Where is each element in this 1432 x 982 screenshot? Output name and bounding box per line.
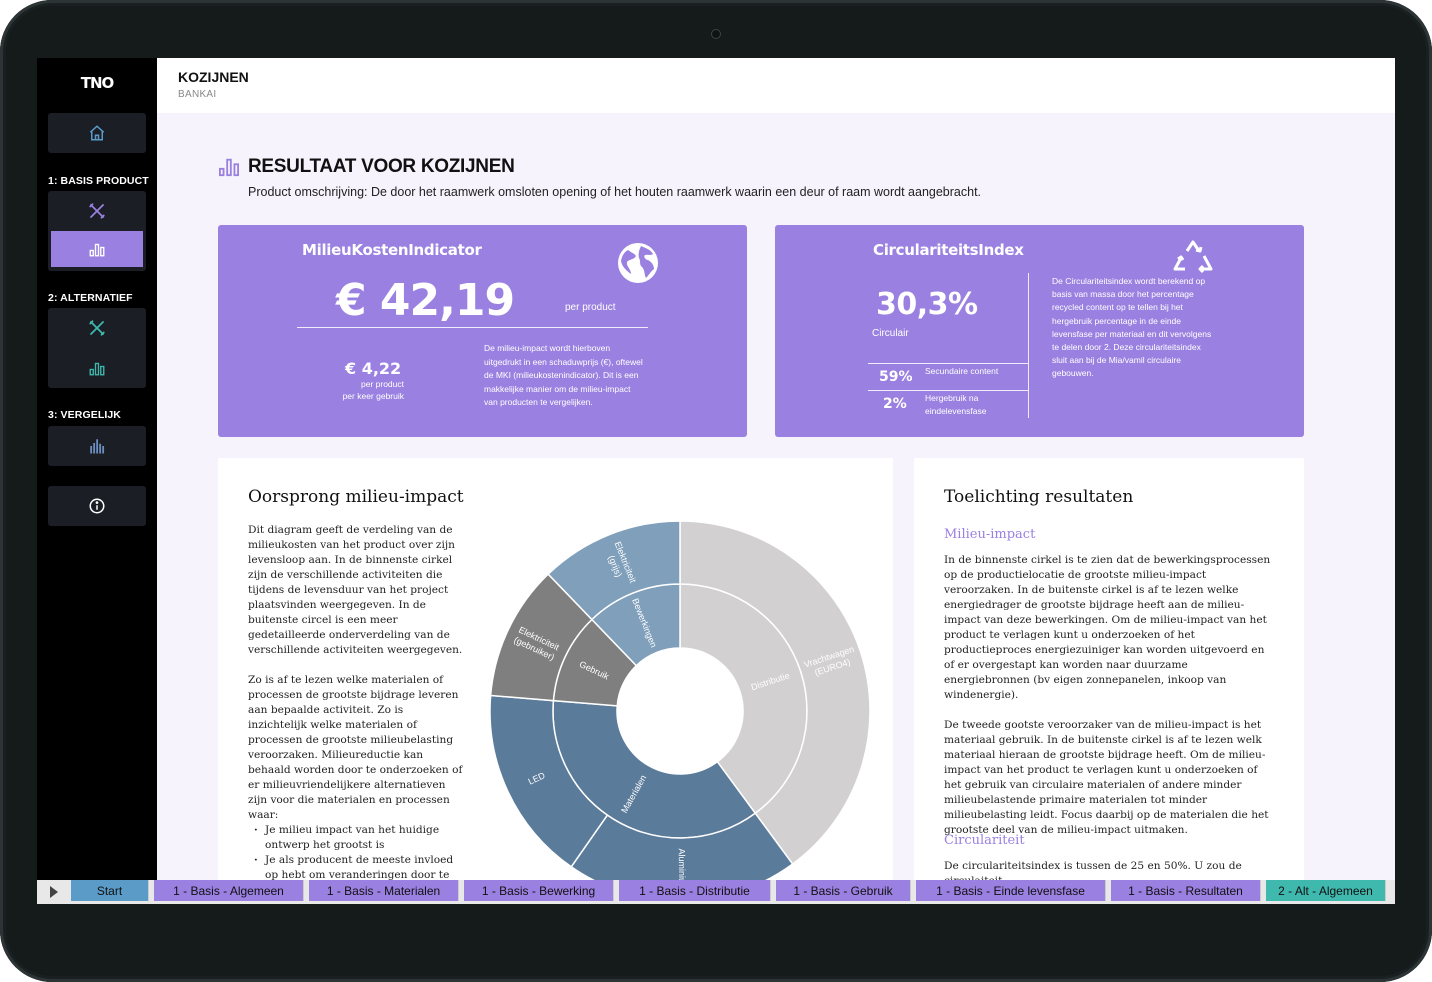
tno-logo: TNO (80, 74, 115, 92)
sheet-tab[interactable]: 1 - Basis - Distributie (619, 880, 771, 901)
basis-input-button[interactable] (51, 193, 143, 229)
tools-icon (89, 320, 105, 336)
bullet-item: Je milieu impact van het huidige ontwerp… (252, 823, 463, 853)
info-button[interactable] (51, 488, 143, 524)
mki-title: MilieuKostenIndicator (302, 241, 482, 259)
milieu-impact-text: In de binnenste cirkel is te zien dat de… (944, 553, 1274, 853)
divider (868, 363, 1028, 364)
home-button[interactable] (51, 115, 143, 151)
tab-scroll-button[interactable] (37, 880, 71, 904)
secondary-content-value: 59% (879, 369, 913, 385)
info-nav (48, 486, 146, 526)
section-label-alternatief: 2: ALTERNATIEF (48, 292, 133, 304)
vertical-divider (1028, 273, 1029, 418)
reuse-label-line2: eindelevensfase (925, 405, 987, 416)
alt-results-button[interactable] (51, 350, 143, 386)
section-basis (48, 191, 146, 271)
origin-paragraph-2: Zo is af te lezen welke materialen of pr… (248, 674, 463, 821)
secondary-content-label: Secundaire content (925, 366, 999, 376)
bar-chart-icon (219, 158, 239, 177)
explanation-paragraph-1: In de binnenste cirkel is te zien dat de… (944, 554, 1271, 701)
origin-title: Oorsprong milieu-impact (248, 487, 464, 507)
sheet-tab[interactable]: 2 - Alt - Algemeen (1266, 880, 1386, 901)
compare-chart-icon (90, 439, 105, 454)
sheet-tabs: Start 1 - Basis - Algemeen 1 - Basis - Mat… (71, 880, 1391, 904)
bar-chart-icon (89, 362, 105, 376)
sunburst-chart: DistributieMaterialenGebruikBewerkingenV… (489, 520, 871, 902)
mki-per-use-label: per product per keer gebruik (314, 378, 404, 402)
app-screen: TNO 1: BASIS PRODUCT 2: ALTERNATIEF 3: V… (37, 58, 1395, 904)
page-heading: RESULTAAT VOOR KOZIJNEN (218, 156, 515, 178)
tablet-frame: TNO 1: BASIS PRODUCT 2: ALTERNATIEF 3: V… (0, 0, 1432, 982)
home-nav[interactable] (48, 113, 146, 153)
app-subtitle: BANKAI (178, 89, 217, 100)
section-label-vergelijk: 3: VERGELIJK (48, 409, 121, 421)
play-arrow-icon (50, 886, 58, 898)
circularity-card: CirculariteitsIndex 30,3% Circulair 59% … (775, 225, 1304, 437)
sheet-tab[interactable]: 1 - Basis - Gebruik (776, 880, 911, 901)
milieu-impact-heading: Milieu-impact (944, 527, 1036, 542)
divider (868, 390, 1028, 391)
section-label-basis: 1: BASIS PRODUCT (48, 175, 149, 187)
per-use-line1: per product (361, 379, 404, 389)
globe-icon (618, 243, 658, 283)
mki-card: MilieuKostenIndicator € 42,19 per produc… (218, 225, 747, 437)
sheet-tab[interactable]: 1 - Basis - Materialen (309, 880, 459, 901)
reuse-label: Hergebruik na eindelevensfase (925, 392, 986, 417)
divider (297, 327, 648, 328)
tools-icon (89, 203, 105, 219)
ci-value: 30,3% (876, 287, 978, 322)
info-icon (89, 498, 105, 514)
origin-paragraph-1: Dit diagram geeft de verdeling van de mi… (248, 524, 463, 656)
mki-value: € 42,19 (336, 275, 515, 326)
alt-input-button[interactable] (51, 310, 143, 346)
ci-title: CirculariteitsIndex (873, 241, 1024, 259)
sheet-tab[interactable]: 1 - Basis - Resultaten (1111, 880, 1261, 901)
mki-unit: per product (565, 302, 616, 313)
explanation-panel: Toelichting resultaten Milieu-impact In … (914, 458, 1304, 888)
reuse-label-line1: Hergebruik na (925, 393, 979, 403)
sheet-tab[interactable]: 1 - Basis - Einde levensfase (916, 880, 1106, 901)
recycle-icon (1173, 240, 1213, 274)
compare-button[interactable] (51, 428, 143, 464)
origin-text: Dit diagram geeft de verdeling van de mi… (248, 523, 463, 904)
sheet-tab[interactable]: Start (71, 880, 149, 901)
per-use-line2: per keer gebruik (342, 391, 404, 401)
ci-explanation: De Circulariteitsindex wordt berekend op… (1052, 276, 1212, 379)
sheet-tab[interactable]: 1 - Basis - Algemeen (154, 880, 304, 901)
basis-results-button[interactable] (51, 231, 143, 267)
product-description: Product omschrijving: De door het raamwe… (248, 185, 982, 199)
section-alternatief (48, 308, 146, 388)
circulariteit-heading: Circulariteit (944, 833, 1025, 848)
explanation-paragraph-2: De tweede gootste veroorzaker van de mil… (944, 719, 1269, 836)
bar-chart-icon (89, 243, 105, 257)
page-title: RESULTAAT VOOR KOZIJNEN (248, 156, 515, 177)
sidebar: TNO 1: BASIS PRODUCT 2: ALTERNATIEF 3: V… (37, 58, 157, 880)
section-vergelijk (48, 426, 146, 466)
header-bar: KOZIJNEN BANKAI (157, 58, 1395, 113)
camera (711, 29, 721, 39)
home-icon (89, 125, 105, 141)
reuse-value: 2% (883, 396, 907, 412)
mki-explanation: De milieu-impact wordt hierboven uitgedr… (484, 343, 643, 407)
sheet-tab[interactable]: 1 - Basis - Bewerking (464, 880, 614, 901)
app-title: KOZIJNEN (178, 69, 249, 85)
sheet-tab-bar: Start 1 - Basis - Algemeen 1 - Basis - Mat… (37, 880, 1395, 904)
mki-per-use-value: € 4,22 (345, 359, 402, 378)
explanation-title: Toelichting resultaten (944, 487, 1134, 507)
ci-value-label: Circulair (872, 328, 909, 339)
